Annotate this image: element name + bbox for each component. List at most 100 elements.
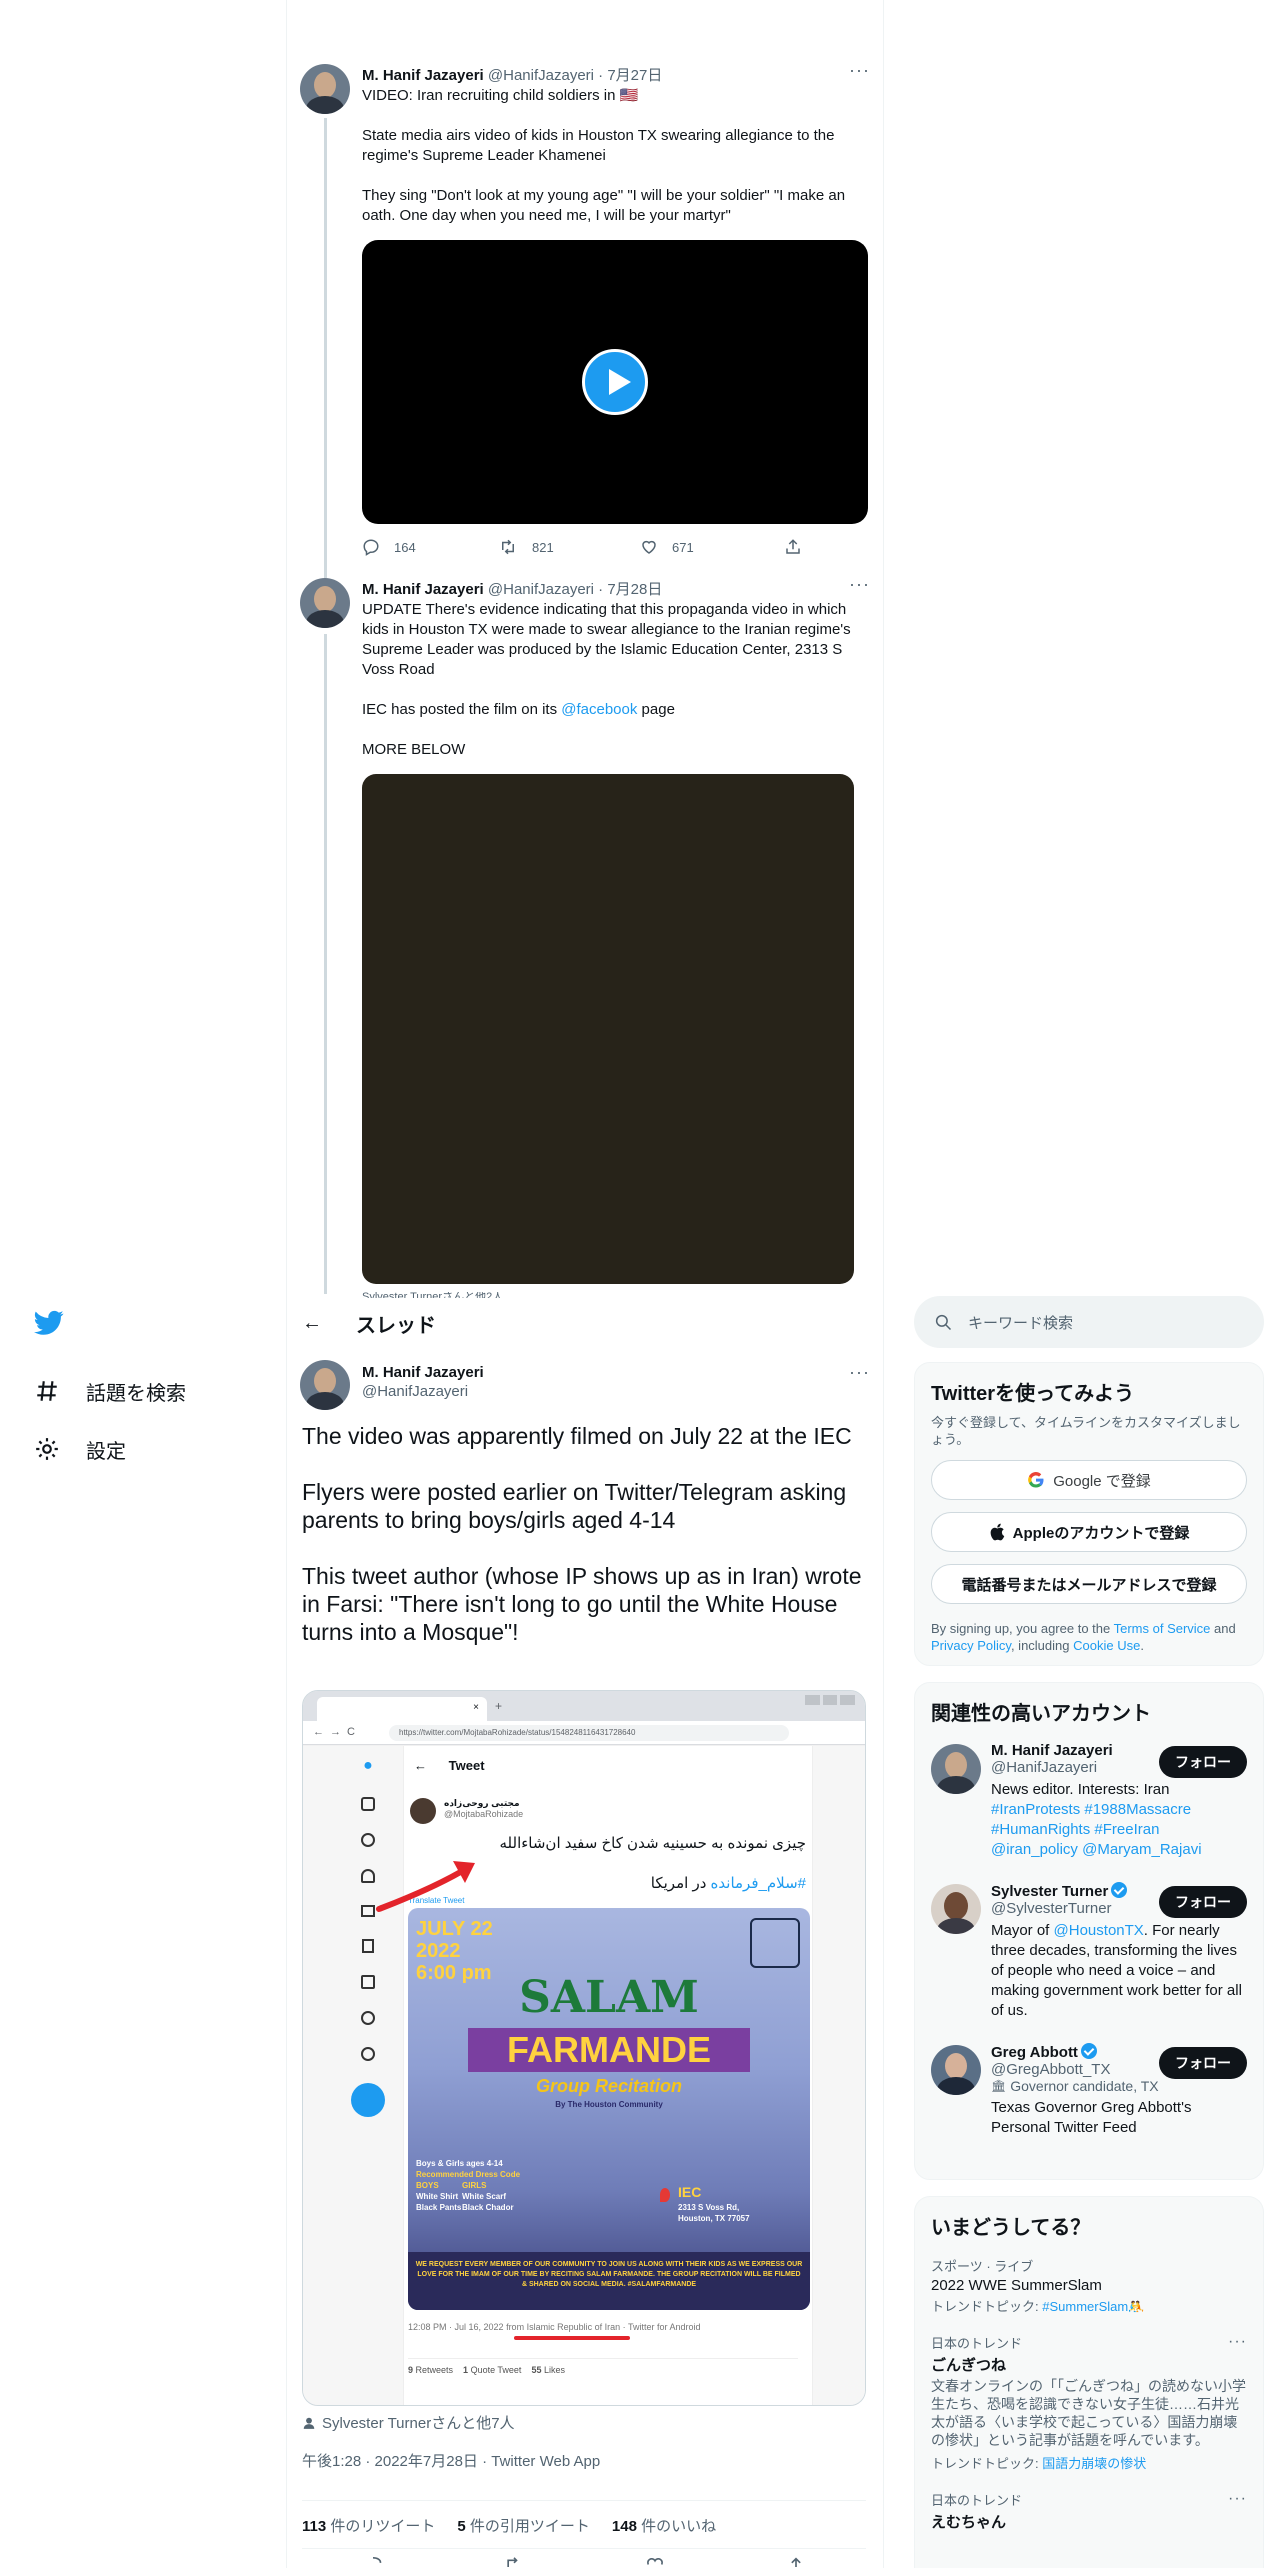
map-pin-icon xyxy=(660,2188,670,2202)
phone-email-signup-button[interactable]: 電話番号またはメールアドレスで登録 xyxy=(931,1564,1247,1604)
thread-header: ← スレッド xyxy=(300,1300,436,1346)
play-icon[interactable] xyxy=(582,349,648,415)
like-button[interactable]: 671 xyxy=(640,538,784,556)
avatar[interactable] xyxy=(931,2045,981,2095)
reply-icon xyxy=(363,539,379,556)
tweet-image[interactable]: × + ←→C https://twitter.com/MojtabaRohiz… xyxy=(302,1690,866,2406)
page-title: スレッド xyxy=(356,1314,436,1337)
tweet-date[interactable]: 7月28日 xyxy=(607,581,662,598)
author-handle[interactable]: @HanifJazayeri xyxy=(488,67,594,84)
avatar[interactable] xyxy=(931,1744,981,1794)
author-name[interactable]: M. Hanif Jazayeri xyxy=(362,67,484,84)
more-options-icon[interactable]: ··· xyxy=(849,1362,870,1383)
author-handle[interactable]: @HanifJazayeri xyxy=(488,581,594,598)
account-bio: Texas Governor Greg Abbott's Personal Tw… xyxy=(991,2099,1192,2136)
share-icon xyxy=(786,539,800,554)
retweet-icon[interactable] xyxy=(504,2555,524,2568)
thread-tweet-2[interactable]: M. Hanif Jazayeri @HanifJazayeri · 7月28日… xyxy=(300,574,870,1298)
account-item[interactable]: Sylvester Turner @SylvesterTurner Mayor … xyxy=(915,1874,1263,2035)
more-options-icon[interactable]: ··· xyxy=(849,60,870,81)
tweet-header: M. Hanif Jazayeri @HanifJazayeri · 7月28日 xyxy=(362,581,663,598)
nav-settings-label: 設定 xyxy=(86,1440,126,1463)
trend-item[interactable]: ··· 日本のトレンド ごんぎつね 文春オンラインの「「ごんぎつね」の読めない小… xyxy=(915,2325,1263,2482)
account-item[interactable]: M. Hanif Jazayeri @HanifJazayeri News ed… xyxy=(915,1734,1263,1874)
google-signup-button[interactable]: Google で登録 xyxy=(931,1460,1247,1500)
account-item[interactable]: Greg Abbott @GregAbbott_TX 🏛 Governor ca… xyxy=(915,2035,1263,2152)
thread-tweet-1[interactable]: M. Hanif Jazayeri @HanifJazayeri · 7月27日… xyxy=(300,60,870,564)
nav-explore[interactable]: 話題を検索 xyxy=(30,1362,270,1420)
tweet-date[interactable]: 7月27日 xyxy=(607,67,662,84)
back-arrow-icon[interactable]: ← xyxy=(302,1312,322,1335)
apple-signup-button[interactable]: Appleのアカウントで登録 xyxy=(931,1512,1247,1552)
relevant-accounts-title: 関連性の高いアカウント xyxy=(931,1703,1151,1725)
follow-button[interactable]: フォロー xyxy=(1159,1746,1247,1778)
search-icon xyxy=(935,1314,952,1331)
nav-settings[interactable]: 設定 xyxy=(30,1420,270,1478)
gear-icon xyxy=(30,1432,64,1466)
more-options-icon[interactable]: ··· xyxy=(849,574,870,595)
follow-button[interactable]: フォロー xyxy=(1159,2047,1247,2079)
trend-context: 日本のトレンド xyxy=(931,2336,1023,2351)
trend-title: ごんぎつね xyxy=(931,2357,1007,2374)
share-button[interactable] xyxy=(784,538,920,556)
tweet-text: VIDEO: Iran recruiting child soldiers in… xyxy=(362,87,846,224)
trends-title: いまどうしてる？ xyxy=(931,2217,1091,2239)
more-options-icon[interactable]: ··· xyxy=(1228,2333,1247,2351)
iec-logo xyxy=(750,1918,800,1968)
retweets-stat[interactable]: 113 件のリツイート xyxy=(302,2515,435,2536)
video-thumbnail[interactable] xyxy=(362,774,854,1284)
account-label: Governor candidate, TX xyxy=(1010,2078,1159,2094)
trend-title: 2022 WWE SummerSlam xyxy=(931,2277,1102,2294)
hashtag-icon xyxy=(30,1374,64,1408)
privacy-policy-link[interactable]: Privacy Policy xyxy=(931,1638,1011,1653)
retweet-button[interactable]: 821 xyxy=(498,538,640,556)
signup-terms: By signing up, you agree to the Terms of… xyxy=(931,1621,1236,1653)
inner-tweet-column: ← Tweet مجتبی روحی‌زاده @MojtabaRohizade… xyxy=(403,1746,813,2405)
more-options-icon[interactable]: ··· xyxy=(1228,2490,1247,2508)
url-field: https://twitter.com/MojtabaRohizade/stat… xyxy=(389,1725,789,1741)
verified-badge-icon xyxy=(1080,2043,1097,2059)
liked-by-line[interactable]: Sylvester Turnerさんと他7人 xyxy=(302,2412,515,2433)
avatar[interactable] xyxy=(300,64,350,114)
author-name[interactable]: M. Hanif Jazayeri xyxy=(362,1364,484,1381)
video-player[interactable] xyxy=(362,240,868,524)
avatar[interactable] xyxy=(300,1360,350,1410)
search-input[interactable]: キーワード検索 xyxy=(914,1296,1264,1348)
terms-of-service-link[interactable]: Terms of Service xyxy=(1114,1621,1211,1636)
apple-icon xyxy=(989,1523,1005,1541)
inner-sidebar: ● xyxy=(351,1749,385,2169)
tweet-timestamp[interactable]: 午後1:28 · 2022年7月28日 · Twitter Web App xyxy=(302,2450,600,2471)
follow-button[interactable]: フォロー xyxy=(1159,1886,1247,1918)
trend-item[interactable]: スポーツ · ライブ 2022 WWE SummerSlam トレンドトピック:… xyxy=(915,2248,1263,2325)
red-underline-annotation xyxy=(514,2336,630,2340)
main-tweet-header: M. Hanif Jazayeri @HanifJazayeri ··· xyxy=(300,1360,870,1416)
flyer-image: JULY 22 2022 6:00 pm SALAM FARMANDE Grou… xyxy=(408,1908,810,2310)
avatar[interactable] xyxy=(931,1884,981,1934)
heart-icon[interactable] xyxy=(645,2555,665,2568)
google-icon xyxy=(1027,1471,1045,1489)
author-name[interactable]: M. Hanif Jazayeri xyxy=(362,581,484,598)
trend-context: スポーツ · ライブ xyxy=(931,2259,1034,2274)
twitter-logo-icon[interactable] xyxy=(34,1310,68,1340)
liked-by-truncated: Sylvester Turnerさんと他2人 xyxy=(362,1292,504,1298)
share-icon[interactable] xyxy=(786,2555,806,2568)
reply-button[interactable]: 164 xyxy=(362,538,498,556)
avatar[interactable] xyxy=(300,578,350,628)
trend-title: えむちゃん xyxy=(931,2514,1007,2531)
facebook-mention-link[interactable]: @facebook xyxy=(561,701,637,718)
likes-stat[interactable]: 148 件のいいね xyxy=(612,2515,716,2536)
tweet-text: UPDATE There's evidence indicating that … xyxy=(362,601,851,758)
account-bio: Mayor of @HoustonTX. For nearly three de… xyxy=(991,1922,1242,2019)
quote-tweets-stat[interactable]: 5 件の引用ツイート xyxy=(457,2515,590,2536)
trend-topic-link[interactable]: 国語力崩壊の惨状 xyxy=(1042,2456,1146,2471)
browser-tab-bar: × + xyxy=(303,1691,865,1721)
signup-card: Twitterを使ってみよう 今すぐ登録して、タイムラインをカスタマイズしましょ… xyxy=(914,1362,1264,1666)
signup-subtitle: 今すぐ登録して、タイムラインをカスタマイズしましょう。 xyxy=(931,1415,1241,1447)
trends-card: いまどうしてる？ スポーツ · ライブ 2022 WWE SummerSlam … xyxy=(914,2196,1264,2568)
author-handle[interactable]: @HanifJazayeri xyxy=(362,1383,484,1400)
trend-topic-link[interactable]: #SummerSlam🤼 xyxy=(1042,2299,1144,2314)
trend-item[interactable]: ··· 日本のトレンド えむちゃん xyxy=(915,2482,1263,2544)
account-name: Greg Abbott xyxy=(991,2044,1078,2061)
cookie-use-link[interactable]: Cookie Use xyxy=(1073,1638,1140,1653)
reply-icon[interactable] xyxy=(363,2555,383,2568)
